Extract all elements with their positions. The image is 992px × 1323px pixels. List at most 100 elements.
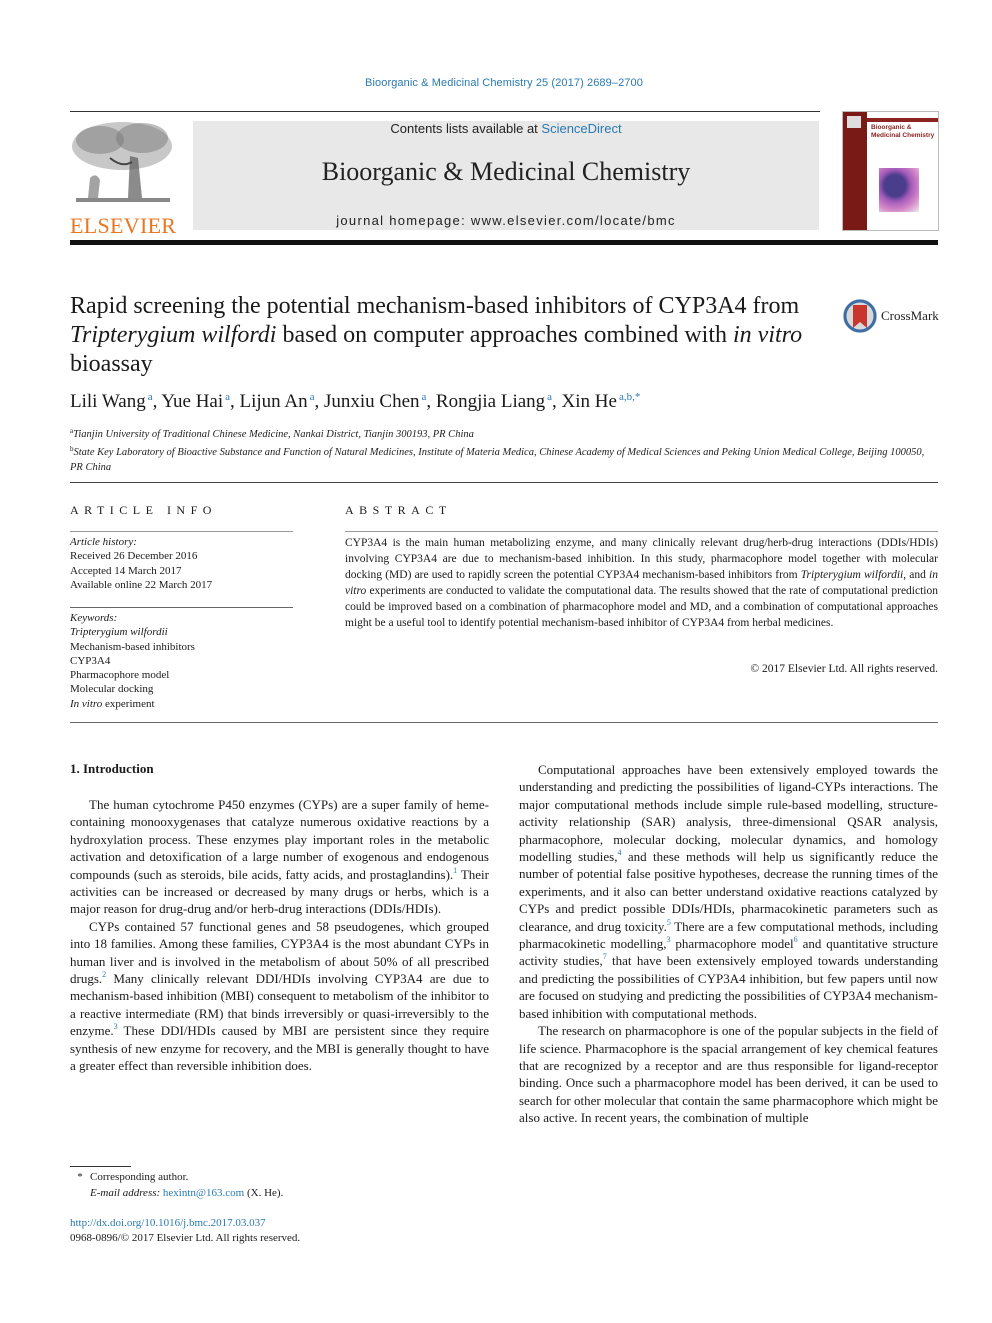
paragraph-text: The human cytochrome P450 enzymes (CYPs)…: [70, 797, 489, 882]
title-part-italic: Tripterygium wilfordi: [70, 322, 277, 348]
keywords-rule: [70, 607, 293, 608]
email-suffix: (X. He).: [244, 1187, 284, 1199]
affiliation-ref[interactable]: a: [225, 391, 230, 403]
affiliation-ref[interactable]: a: [310, 391, 315, 403]
paragraph-text: pharmacophore model: [670, 936, 794, 952]
keyword-italic: In vitro: [70, 697, 103, 710]
abstract-rule: [345, 531, 938, 532]
abstract-heading: ABSTRACT: [345, 503, 452, 517]
footnotes: * Corresponding author. E-mail address: h…: [70, 1169, 489, 1201]
elsevier-wordmark: ELSEVIER: [70, 213, 177, 238]
body-column-right: Computational approaches have been exten…: [519, 761, 938, 1127]
body-paragraph: CYPs contained 57 functional genes and 5…: [70, 918, 489, 1075]
history-online: Available online 22 March 2017: [70, 578, 213, 591]
author-name[interactable]: Yue Hai: [161, 391, 223, 412]
cover-artwork: [879, 168, 919, 212]
title-part: Rapid screening the potential mechanism-…: [70, 293, 800, 319]
article-history: Article history: Received 26 December 20…: [70, 535, 293, 592]
author-name[interactable]: Lijun An: [240, 391, 308, 412]
affiliation-ref[interactable]: a: [547, 391, 552, 403]
article-info-rule: [70, 531, 293, 532]
author-name[interactable]: Xin He: [562, 391, 617, 412]
masthead-bottom-rule: [70, 240, 938, 245]
journal-masthead: Contents lists available at ScienceDirec…: [193, 121, 819, 230]
affiliation-b: bState Key Laboratory of Bioactive Subst…: [70, 442, 938, 475]
cover-top-bar: [867, 118, 938, 122]
journal-cover-thumbnail[interactable]: Bioorganic & Medicinal Chemistry: [842, 111, 939, 231]
history-label: Article history:: [70, 536, 137, 548]
affiliation-a: aTianjin University of Traditional Chine…: [70, 424, 938, 442]
title-part: based on computer approaches combined wi…: [276, 322, 734, 348]
footnote-rule: [70, 1166, 131, 1167]
email-note: E-mail address: hexintn@163.com (X. He).: [70, 1185, 489, 1201]
issn-copyright: 0968-0896/© 2017 Elsevier Ltd. All right…: [70, 1232, 301, 1244]
article-title: Rapid screening the potential mechanism-…: [70, 292, 820, 379]
section-heading-introduction: 1. Introduction: [70, 761, 154, 776]
homepage-prefix: journal homepage:: [336, 213, 471, 228]
sciencedirect-link[interactable]: ScienceDirect: [541, 121, 621, 136]
abstract-part-italic: Tripterygium wilfordii: [800, 569, 904, 581]
body-paragraph: The human cytochrome P450 enzymes (CYPs)…: [70, 796, 489, 918]
crossmark-badge[interactable]: CrossMark: [842, 296, 942, 336]
author-name[interactable]: Rongjia Liang: [436, 391, 545, 412]
contents-availability: Contents lists available at ScienceDirec…: [193, 121, 819, 136]
affiliation-text: State Key Laboratory of Bioactive Substa…: [70, 447, 925, 473]
article-info-heading: ARTICLE INFO: [70, 503, 217, 517]
keyword-text: CYP3A4: [70, 654, 111, 667]
running-head-citation[interactable]: Bioorganic & Medicinal Chemistry 25 (201…: [0, 77, 992, 89]
keyword-text: Molecular docking: [70, 683, 154, 696]
email-link[interactable]: hexintn@163.com: [163, 1187, 244, 1199]
keyword-text: experiment: [102, 697, 155, 710]
journal-name: Bioorganic & Medicinal Chemistry: [321, 157, 691, 186]
abstract-body: CYP3A4 is the main human metabolizing en…: [345, 535, 938, 631]
homepage-link[interactable]: www.elsevier.com/locate/bmc: [471, 213, 676, 228]
keyword-item: In vitro experiment: [70, 697, 293, 711]
article-info-bottom-rule: [70, 722, 938, 723]
corresponding-author-note: * Corresponding author.: [70, 1169, 489, 1185]
title-part: bioassay: [70, 351, 153, 377]
affiliation-text: Tianjin University of Traditional Chines…: [73, 429, 474, 440]
crossmark-icon: [843, 299, 877, 333]
cover-publisher-mark: [847, 116, 861, 128]
history-accepted: Accepted 14 March 2017: [70, 564, 182, 577]
affiliation-ref[interactable]: a: [422, 391, 427, 403]
title-part-italic: in vitro: [733, 322, 803, 348]
contents-prefix: Contents lists available at: [390, 121, 542, 136]
journal-homepage: journal homepage: www.elsevier.com/locat…: [193, 213, 819, 228]
author-list: Lili Wang a, Yue Hai a, Lijun An a, Junxiu …: [70, 391, 641, 412]
abstract-part: experiments are conducted to validate th…: [345, 585, 938, 629]
keywords: Keywords: Tripterygium wilfordii Mechani…: [70, 611, 293, 711]
body-column-left: The human cytochrome P450 enzymes (CYPs)…: [70, 796, 489, 1075]
affiliation-ref[interactable]: a,b,*: [619, 391, 640, 403]
keywords-label: Keywords:: [70, 612, 118, 624]
doi-link[interactable]: http://dx.doi.org/10.1016/j.bmc.2017.03.…: [70, 1216, 300, 1231]
elsevier-tree-icon: [70, 118, 174, 206]
affiliations: aTianjin University of Traditional Chine…: [70, 424, 938, 475]
crossmark-label: CrossMark: [881, 308, 939, 323]
keyword-item: Molecular docking: [70, 682, 293, 696]
author-name[interactable]: Lili Wang: [70, 391, 146, 412]
corresponding-author-text: Corresponding author.: [90, 1171, 189, 1183]
affiliation-ref[interactable]: a: [148, 391, 153, 403]
abstract-part: , and: [903, 569, 930, 581]
paragraph-text: The research on pharmacophore is one of …: [519, 1023, 938, 1126]
keyword-item: Mechanism-based inhibitors: [70, 640, 293, 654]
author-name[interactable]: Junxiu Chen: [324, 391, 420, 412]
masthead-top-rule: [70, 111, 820, 112]
keyword-text: Pharmacophore model: [70, 669, 170, 682]
body-paragraph: Computational approaches have been exten…: [519, 761, 938, 1022]
history-received: Received 26 December 2016: [70, 550, 198, 563]
paragraph-text: These DDI/HDIs caused by MBI are persist…: [70, 1023, 489, 1074]
body-paragraph: The research on pharmacophore is one of …: [519, 1022, 938, 1126]
keyword-item: CYP3A4: [70, 654, 293, 668]
article-info-top-rule: [70, 482, 938, 483]
cover-title: Bioorganic & Medicinal Chemistry: [871, 124, 935, 139]
keyword-item: Tripterygium wilfordii: [70, 625, 293, 639]
elsevier-logo[interactable]: ELSEVIER: [70, 118, 180, 238]
abstract-copyright: © 2017 Elsevier Ltd. All rights reserved…: [750, 663, 938, 675]
asterisk-marker: *: [77, 1171, 83, 1183]
journal-citation-link[interactable]: Bioorganic & Medicinal Chemistry 25 (201…: [365, 77, 643, 89]
keyword-item: Pharmacophore model: [70, 668, 293, 682]
keyword-text: Mechanism-based inhibitors: [70, 640, 195, 653]
email-label: E-mail address:: [90, 1187, 163, 1199]
